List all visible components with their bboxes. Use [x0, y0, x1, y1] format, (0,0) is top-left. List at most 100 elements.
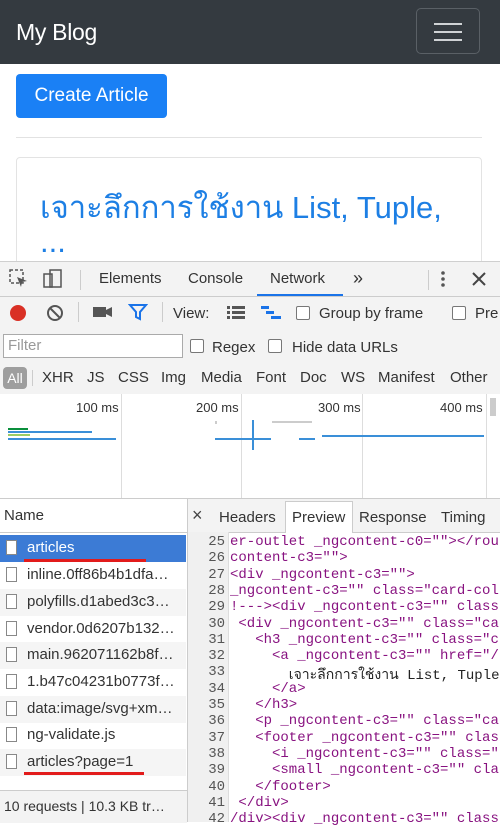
- code-line: <h3 _ngcontent-c3="" class="c: [230, 631, 499, 648]
- filter-funnel-icon[interactable]: [128, 303, 148, 321]
- line-number: 29: [208, 599, 225, 616]
- code-line: er-outlet _ngcontent-c0=""></rou: [230, 534, 499, 550]
- code-line: </footer>: [230, 778, 331, 795]
- tab-headers[interactable]: Headers: [219, 509, 276, 526]
- code-line: <div _ngcontent-c3="">: [230, 566, 415, 583]
- code-line: <i _ngcontent-c3="" class=": [230, 745, 499, 762]
- type-doc[interactable]: Doc: [300, 369, 327, 386]
- line-number: 30: [208, 615, 225, 632]
- tab-elements[interactable]: Elements: [99, 270, 162, 287]
- code-line: !---><div _ngcontent-c3="" class: [230, 599, 499, 616]
- close-devtools-icon[interactable]: [471, 271, 487, 287]
- article-title-link[interactable]: เจาะลึกการใช้งาน List, Tuple,: [40, 182, 442, 232]
- large-rows-icon[interactable]: [226, 304, 246, 320]
- filter-input[interactable]: Filter: [3, 334, 183, 358]
- type-all[interactable]: All: [3, 367, 27, 389]
- document-icon: [6, 621, 17, 636]
- type-font[interactable]: Font: [256, 369, 286, 386]
- type-xhr[interactable]: XHR: [42, 369, 74, 386]
- request-row[interactable]: ng-validate.js: [0, 722, 186, 749]
- article-title-ellipsis: ...: [40, 224, 66, 259]
- code-line: _ngcontent-c3="" class="card-col: [230, 582, 499, 599]
- line-number: 40: [208, 778, 225, 795]
- code-line: content-c3="">: [230, 550, 348, 567]
- brand-logo[interactable]: My Blog: [16, 19, 97, 46]
- request-row[interactable]: inline.0ff86b4b1dfa…: [0, 562, 186, 589]
- type-img[interactable]: Img: [161, 369, 186, 386]
- line-number: 31: [208, 631, 225, 648]
- code-line: <p _ngcontent-c3="" class="ca: [230, 713, 499, 730]
- hamburger-icon: [434, 23, 462, 25]
- devtools-tabbar: [0, 262, 500, 297]
- line-number: 35: [208, 697, 225, 713]
- document-icon: [6, 594, 17, 609]
- menu-toggle-button[interactable]: [416, 8, 480, 54]
- preserve-log-checkbox[interactable]: [452, 306, 466, 320]
- line-number: 28: [208, 582, 225, 599]
- more-tabs-icon[interactable]: »: [353, 268, 363, 289]
- document-icon: [6, 567, 17, 582]
- tab-console[interactable]: Console: [188, 270, 243, 287]
- type-manifest[interactable]: Manifest: [378, 369, 435, 386]
- name-column-header[interactable]: Name: [0, 499, 187, 533]
- line-number: 32: [208, 648, 225, 665]
- line-number: 38: [208, 745, 225, 762]
- line-number: 26: [208, 550, 225, 567]
- document-icon: [6, 674, 17, 689]
- device-toolbar-icon[interactable]: [42, 268, 64, 290]
- code-line: </h3>: [230, 697, 298, 713]
- code-line: <footer _ngcontent-c3="" class: [230, 729, 500, 746]
- create-article-button[interactable]: Create Article: [16, 74, 167, 118]
- active-tab-indicator: [257, 294, 343, 296]
- timeline-tick-300: 300 ms: [318, 400, 361, 415]
- kebab-menu-icon[interactable]: [437, 269, 449, 289]
- request-row[interactable]: vendor.0d6207b132…: [0, 616, 186, 643]
- hide-data-urls-label: Hide data URLs: [292, 339, 398, 356]
- code-line: </a>: [230, 680, 306, 697]
- type-media[interactable]: Media: [201, 369, 242, 386]
- line-number: 25: [208, 534, 225, 550]
- record-icon[interactable]: [8, 303, 28, 323]
- view-label: View:: [173, 305, 210, 322]
- divider: [16, 137, 482, 138]
- request-row[interactable]: 1.b47c04231b0773f…: [0, 669, 186, 696]
- request-row[interactable]: data:image/svg+xm…: [0, 696, 186, 723]
- inspect-element-icon[interactable]: [8, 268, 30, 290]
- document-icon: [6, 540, 17, 555]
- tab-response[interactable]: Response: [359, 509, 427, 526]
- code-line: <div _ngcontent-c3="" class="ca: [230, 615, 499, 632]
- line-number: 41: [208, 794, 225, 811]
- timeline-tick-100: 100 ms: [76, 400, 119, 415]
- clear-icon[interactable]: [45, 303, 65, 323]
- request-row[interactable]: main.962071162b8f…: [0, 642, 186, 669]
- line-number: 36: [208, 713, 225, 730]
- screenshot-camera-icon[interactable]: [92, 304, 114, 320]
- close-detail-icon[interactable]: ×: [192, 505, 203, 526]
- type-other[interactable]: Other: [450, 369, 488, 386]
- highlight-underline: [24, 772, 144, 775]
- code-line: <small _ngcontent-c3="" cla: [230, 762, 499, 779]
- waterfall-overview-icon[interactable]: [260, 304, 282, 320]
- hide-data-urls-checkbox[interactable]: [268, 339, 282, 353]
- line-number: 39: [208, 762, 225, 779]
- network-toolbar: [0, 297, 500, 332]
- tab-preview[interactable]: Preview: [292, 509, 345, 526]
- code-line: <a _ngcontent-c3="" href="/: [230, 648, 499, 665]
- code-line: </div>: [230, 794, 289, 811]
- type-css[interactable]: CSS: [118, 369, 149, 386]
- regex-checkbox[interactable]: [190, 339, 204, 353]
- type-ws[interactable]: WS: [341, 369, 365, 386]
- timeline-scroll-handle[interactable]: [490, 398, 496, 416]
- request-row-articles[interactable]: articles: [0, 535, 186, 562]
- request-row[interactable]: polyfills.d1abed3c3…: [0, 589, 186, 616]
- type-js[interactable]: JS: [87, 369, 105, 386]
- tab-timing[interactable]: Timing: [441, 509, 485, 526]
- status-bar: 10 requests | 10.3 KB tr…: [0, 790, 187, 823]
- regex-label: Regex: [212, 339, 256, 356]
- timeline-tick-200: 200 ms: [196, 400, 239, 415]
- timeline-bars: [8, 420, 484, 450]
- line-number: 37: [208, 729, 225, 746]
- group-by-frame-checkbox[interactable]: [296, 306, 310, 320]
- tab-network[interactable]: Network: [270, 270, 325, 287]
- line-number: 34: [208, 680, 225, 697]
